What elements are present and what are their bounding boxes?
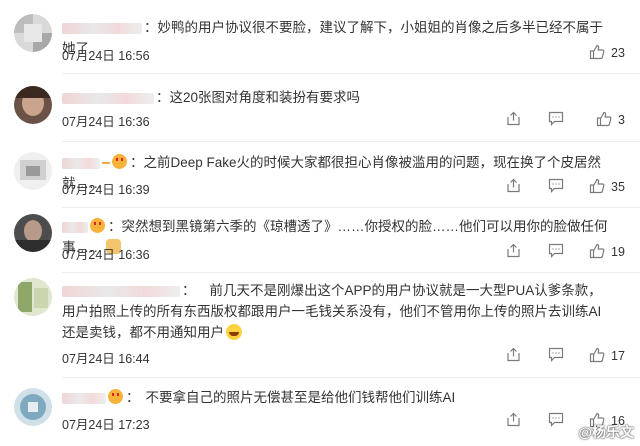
share-icon[interactable]	[506, 178, 521, 193]
comment-icon[interactable]	[548, 412, 564, 427]
like-count: 19	[611, 245, 625, 259]
comment-body: ：前几天不是刚爆出这个APP的用户协议就是一大型PUA认爹条款，用户拍照上传的所…	[62, 283, 602, 340]
divider	[62, 207, 640, 208]
share-icon[interactable]	[506, 412, 521, 427]
like-icon[interactable]	[589, 178, 605, 194]
username-redacted[interactable]	[62, 92, 154, 104]
emoji-icon	[112, 154, 127, 169]
like-icon[interactable]	[596, 111, 612, 127]
comment-text: 不要拿自己的照片无偿甚至是给他们钱帮他们训练AI	[145, 390, 456, 405]
username-redacted[interactable]	[62, 22, 142, 34]
comment-icon[interactable]	[548, 178, 564, 193]
comment-text: 这20张图对角度和装扮有要求吗	[169, 90, 361, 105]
username-redacted[interactable]	[62, 285, 180, 297]
share-icon[interactable]	[506, 243, 521, 258]
watermark: @杨乐文	[578, 424, 634, 440]
comment-actions: 35	[10, 178, 640, 196]
divider	[62, 141, 640, 142]
comment-body: ：这20张图对角度和装扮有要求吗	[62, 87, 610, 108]
verified-dash	[102, 162, 110, 165]
emoji-icon	[108, 389, 123, 404]
share-icon[interactable]	[506, 347, 521, 362]
like-icon[interactable]	[589, 243, 605, 259]
like-count: 35	[611, 180, 625, 194]
avatar[interactable]	[14, 278, 52, 316]
comment-actions: 19	[10, 243, 640, 261]
like-icon[interactable]	[589, 347, 605, 363]
divider	[62, 272, 640, 273]
username-redacted[interactable]	[62, 221, 88, 233]
comment-actions: 17	[10, 347, 640, 365]
divider	[62, 377, 640, 378]
comment-icon[interactable]	[548, 111, 564, 126]
username-redacted[interactable]	[62, 157, 100, 169]
comment-icon[interactable]	[548, 347, 564, 362]
like-count: 17	[611, 349, 625, 363]
share-icon[interactable]	[506, 111, 521, 126]
emoji-icon	[90, 218, 105, 233]
like-count: 3	[618, 113, 625, 127]
comment-actions: 3	[10, 111, 640, 129]
comment-body: ：不要拿自己的照片无偿甚至是给他们钱帮他们训练AI	[62, 387, 610, 408]
comment-actions: 16	[10, 412, 640, 430]
username-redacted[interactable]	[62, 392, 106, 404]
laugh-emoji-icon	[226, 324, 242, 340]
comment-icon[interactable]	[548, 243, 564, 258]
like-count: 23	[611, 46, 625, 60]
comment-actions: 23	[10, 44, 640, 62]
like-icon[interactable]	[589, 44, 605, 60]
divider	[62, 73, 640, 74]
